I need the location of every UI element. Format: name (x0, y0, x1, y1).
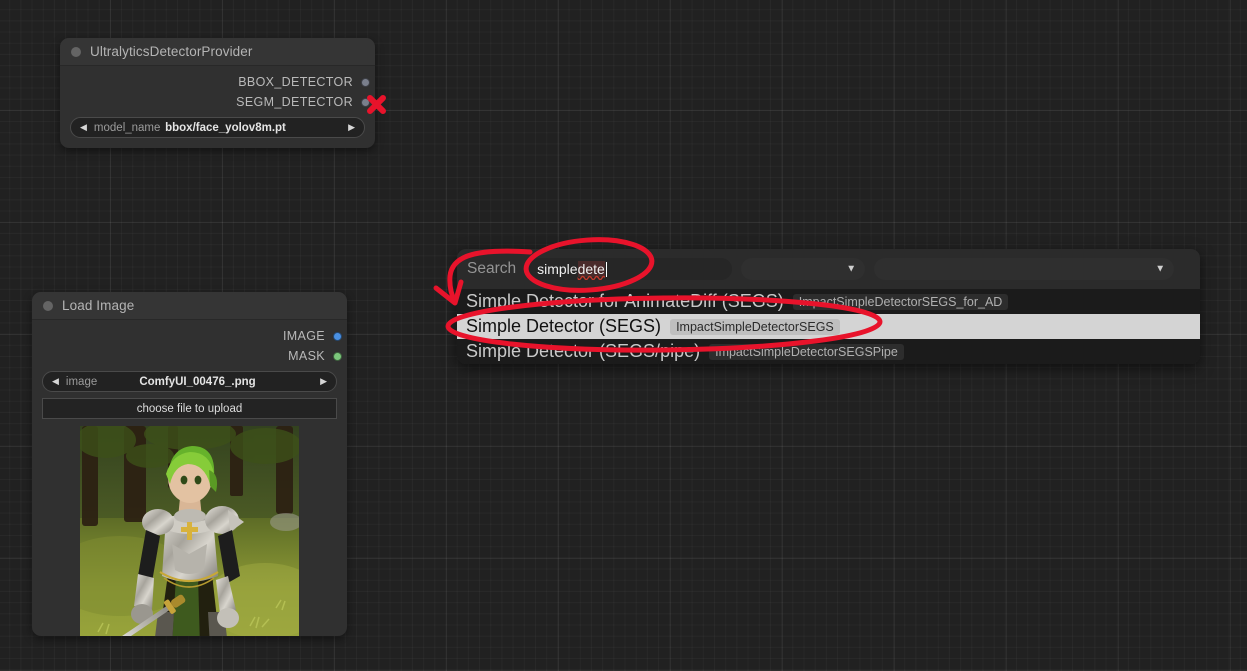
chevron-left-icon[interactable]: ◀ (80, 123, 87, 132)
node-search-dialog[interactable]: Search simple dete ▼ ▼ Simple Detector f… (457, 249, 1200, 364)
result-title: Simple Detector (SEGS) (466, 316, 662, 336)
type-filter-wrap[interactable]: ▼ (874, 258, 1175, 280)
output-port-segm-detector[interactable]: SEGM_DETECTOR (70, 92, 370, 112)
result-title: Simple Detector for AnimateDiff (SEGS) (466, 291, 784, 311)
result-node-id: ImpactSimpleDetectorSEGS_for_AD (792, 293, 1009, 310)
search-query-text: simple (537, 261, 578, 277)
type-filter-select[interactable] (874, 258, 1175, 280)
search-toolbar: Search simple dete ▼ ▼ (457, 249, 1200, 289)
widget-label: image (65, 375, 98, 388)
choose-file-to-upload-button[interactable]: choose file to upload (42, 398, 337, 419)
search-result-item-selected[interactable]: Simple Detector (SEGS) ImpactSimpleDetec… (457, 314, 1200, 339)
category-filter-select[interactable] (741, 258, 866, 280)
node-title: UltralyticsDetectorProvider (90, 44, 253, 59)
chevron-right-icon[interactable]: ▶ (348, 123, 355, 132)
search-results-list: Simple Detector for AnimateDiff (SEGS) I… (457, 289, 1200, 364)
widget-model-name[interactable]: ◀ model_name bbox/face_yolov8m.pt ▶ (70, 117, 365, 138)
collapse-dot-icon[interactable] (43, 300, 53, 311)
output-port-label: BBOX_DETECTOR (238, 75, 353, 89)
chevron-left-icon[interactable]: ◀ (52, 377, 59, 386)
widget-label: model_name (93, 121, 161, 134)
text-caret (605, 261, 608, 277)
output-port-dot-icon[interactable] (361, 97, 370, 107)
category-filter-wrap[interactable]: ▼ (741, 258, 866, 280)
node-body: IMAGE MASK ◀ image ComfyUI_00476_.png ▶ … (32, 320, 347, 636)
search-input[interactable]: simple dete (527, 258, 733, 280)
output-port-mask[interactable]: MASK (42, 346, 342, 366)
chevron-right-icon[interactable]: ▶ (320, 377, 327, 386)
output-port-dot-icon[interactable] (333, 331, 342, 341)
node-header[interactable]: UltralyticsDetectorProvider (60, 38, 375, 66)
node-ultralytics-detector-provider[interactable]: UltralyticsDetectorProvider BBOX_DETECTO… (60, 38, 375, 148)
output-port-dot-icon[interactable] (333, 351, 342, 361)
image-preview[interactable] (80, 426, 299, 636)
widget-value: ComfyUI_00476_.png (139, 375, 256, 388)
result-node-id: ImpactSimpleDetectorSEGS (670, 318, 840, 335)
output-port-label: MASK (288, 349, 325, 363)
output-port-image[interactable]: IMAGE (42, 326, 342, 346)
output-port-bbox-detector[interactable]: BBOX_DETECTOR (70, 72, 370, 92)
node-body: BBOX_DETECTOR SEGM_DETECTOR ◀ model_name… (60, 66, 375, 148)
result-title: Simple Detector (SEGS/pipe) (466, 341, 701, 361)
result-node-id: ImpactSimpleDetectorSEGSPipe (709, 343, 904, 360)
search-result-item[interactable]: Simple Detector (SEGS/pipe) ImpactSimple… (457, 339, 1200, 364)
node-load-image[interactable]: Load Image IMAGE MASK ◀ image ComfyUI_00… (32, 292, 347, 636)
node-header[interactable]: Load Image (32, 292, 347, 320)
output-port-dot-icon[interactable] (361, 77, 370, 87)
output-port-label: IMAGE (282, 329, 325, 343)
search-result-item[interactable]: Simple Detector for AnimateDiff (SEGS) I… (457, 289, 1200, 314)
output-port-label: SEGM_DETECTOR (236, 95, 353, 109)
node-title: Load Image (62, 298, 135, 313)
search-label: Search (467, 260, 517, 277)
collapse-dot-icon[interactable] (71, 46, 81, 57)
search-query-misspelled-text: dete (577, 261, 605, 277)
widget-image[interactable]: ◀ image ComfyUI_00476_.png ▶ (42, 371, 337, 392)
